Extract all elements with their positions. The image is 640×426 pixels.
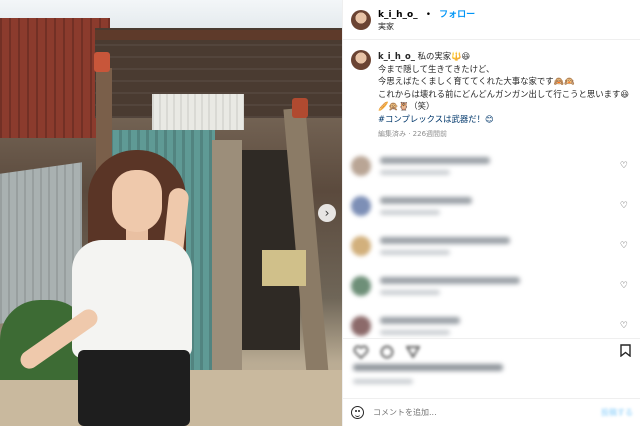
location-link[interactable]: 実家 [378,21,475,33]
comment-like-icon[interactable]: ♡ [620,241,628,251]
comment-avatar[interactable] [351,316,371,337]
caption-body: k_i_h_o_ 私の実家🔱😆 今まで隠して生きてきたけど、 今思えばたくましく… [378,50,632,140]
caption-line-1: 私の実家🔱😆 [417,51,471,61]
face [112,170,162,232]
post-comment-button[interactable]: 投稿する [601,407,633,418]
likes-text [353,364,503,371]
likes-date [353,379,413,384]
caption: k_i_h_o_ 私の実家🔱😆 今まで隠して生きてきたけど、 今思えばたくましく… [343,40,640,140]
person [0,0,342,426]
avatar[interactable] [351,9,371,30]
caption-line-3: 今思えばたくましく育ててくれた大事な家です🙈🙉 [378,76,575,87]
emoji-icon[interactable] [351,406,364,419]
caption-line-4: これからは壊れる前にどんどんガンガン出して行こうと思います😆🥖🙊🦉（笑） [378,88,630,112]
caption-hashtag[interactable]: #コンプレックスは武器だ！😊 [378,113,632,126]
comment-text-blurred [380,197,472,216]
comment-like-icon[interactable]: ♡ [620,281,628,291]
comment-like-icon[interactable]: ♡ [620,201,628,211]
caption-meta: 編集済み · 226週間前 [378,129,448,138]
caption-username[interactable]: k_i_h_o_ [378,51,415,61]
white-tshirt [72,240,192,358]
comment-input[interactable] [373,408,601,417]
comments-list: ♡ ♡ ♡ ♡ ♡ [343,140,640,346]
comment-avatar[interactable] [351,156,371,177]
carousel-next-button[interactable]: › [318,204,336,222]
comment-icon[interactable] [379,345,395,359]
heart-icon[interactable] [353,345,369,359]
add-comment-bar: 投稿する [343,398,640,426]
comment-avatar[interactable] [351,276,371,297]
action-bar [343,338,640,362]
comment-avatar[interactable] [351,236,371,257]
instagram-post: › k_i_h_o_ • フォロー 実家 k_i_h_o_ 私の実家🔱😆 今まで… [0,0,640,426]
comment-row: ♡ [351,186,632,226]
header-text: k_i_h_o_ • フォロー 実家 [378,6,475,33]
post-side-panel: k_i_h_o_ • フォロー 実家 k_i_h_o_ 私の実家🔱😆 今まで隠し… [342,0,640,426]
share-icon[interactable] [405,345,421,359]
black-pants [78,350,190,426]
comment-row: ♡ [351,266,632,306]
post-photo[interactable]: › [0,0,342,426]
comment-text-blurred [380,277,520,296]
comment-text-blurred [380,237,510,256]
comment-like-icon[interactable]: ♡ [620,321,628,331]
comment-row: ♡ [351,226,632,266]
likes-section [353,364,503,384]
comment-text-blurred [380,157,490,176]
caption-line-2: 今まで隠して生きてきたけど、 [378,63,495,74]
comment-text-blurred [380,317,460,336]
separator-dot: • [425,10,432,20]
follow-button[interactable]: フォロー [439,10,475,20]
username-link[interactable]: k_i_h_o_ [378,10,418,20]
comment-row: ♡ [351,146,632,186]
caption-avatar[interactable] [351,50,371,70]
bookmark-icon[interactable] [620,344,631,357]
post-header: k_i_h_o_ • フォロー 実家 [343,0,640,40]
comment-like-icon[interactable]: ♡ [620,161,628,171]
comment-avatar[interactable] [351,196,371,217]
